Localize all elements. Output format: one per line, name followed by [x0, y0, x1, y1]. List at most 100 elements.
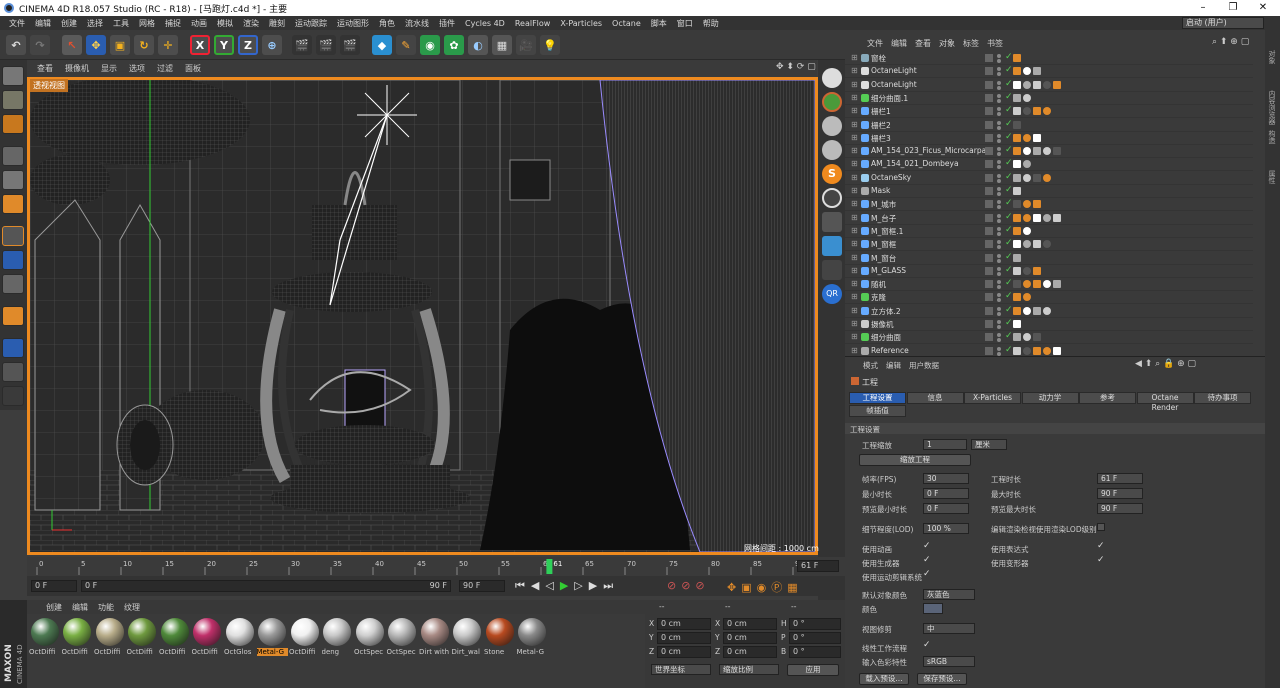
- attribute-tab[interactable]: X-Particles: [964, 392, 1021, 404]
- tag-icon[interactable]: [1013, 266, 1021, 275]
- object-row[interactable]: ⊞ OctaneLight ✓: [845, 65, 1253, 79]
- tag-icon[interactable]: [1043, 107, 1051, 116]
- enabled-check-icon[interactable]: ✓: [1005, 158, 1013, 168]
- material-swatch[interactable]: Dirt_wal: [452, 617, 483, 657]
- tag-icon[interactable]: [1023, 133, 1031, 142]
- tag-icon[interactable]: [1013, 93, 1021, 102]
- subdivision-icon[interactable]: ◉: [420, 35, 440, 55]
- material-swatch[interactable]: OctDiffi: [62, 617, 93, 657]
- expand-icon[interactable]: ⊞: [851, 80, 858, 89]
- editor-visibility-dot[interactable]: [997, 200, 1001, 205]
- preview-max-field[interactable]: 90 F: [1097, 503, 1143, 514]
- editor-visibility-dot[interactable]: [997, 67, 1001, 72]
- material-swatch[interactable]: Metal-G: [256, 617, 288, 657]
- sculpt-icon[interactable]: [2, 386, 24, 406]
- material-menu-item[interactable]: 创建: [41, 602, 67, 613]
- menu-item[interactable]: 插件: [434, 18, 460, 29]
- tag-icon[interactable]: [1053, 213, 1061, 222]
- object-row[interactable]: ⊞ 窗栓 ✓: [845, 52, 1253, 65]
- object-row[interactable]: ⊞ AM_154_021_Dombeya ✓: [845, 158, 1253, 172]
- enabled-check-icon[interactable]: ✓: [1005, 291, 1013, 301]
- render-picture-viewer-icon[interactable]: 🎬: [316, 35, 336, 55]
- tag-icon[interactable]: [1043, 346, 1051, 355]
- camera-icon[interactable]: 🎥: [516, 35, 536, 55]
- tag-icon[interactable]: [1033, 280, 1041, 289]
- editor-visibility-dot[interactable]: [997, 107, 1001, 112]
- live-selection-icon[interactable]: ↖: [62, 35, 82, 55]
- menu-item[interactable]: Octane: [607, 19, 646, 28]
- minimize-button[interactable]: –: [1188, 0, 1218, 16]
- expand-icon[interactable]: ⊞: [851, 306, 858, 315]
- lod-render-checkbox[interactable]: [1097, 523, 1105, 531]
- render-visibility-dot[interactable]: [997, 258, 1001, 263]
- tweak-mode-icon[interactable]: [2, 250, 24, 270]
- tag-icon[interactable]: [1053, 147, 1061, 156]
- object-row[interactable]: ⊞ M_窗框 ✓: [845, 238, 1253, 252]
- editor-visibility-dot[interactable]: [997, 213, 1001, 218]
- viewport-menu-item[interactable]: 显示: [95, 63, 123, 74]
- record-keys-icon[interactable]: ⊘⊘⊘: [667, 579, 710, 592]
- tag-icon[interactable]: [1033, 80, 1041, 89]
- material-swatch[interactable]: Dirt with: [419, 617, 450, 657]
- model-mode-icon[interactable]: [2, 66, 24, 86]
- editor-visibility-dot[interactable]: [997, 320, 1001, 324]
- use-mograph-checkbox[interactable]: ✓: [923, 569, 931, 579]
- tag-icon[interactable]: [1013, 120, 1021, 129]
- attribute-tab[interactable]: 帧插值: [849, 405, 906, 417]
- enabled-check-icon[interactable]: ✓: [1005, 172, 1013, 182]
- render-visibility-dot[interactable]: [997, 325, 1001, 329]
- tag-icon[interactable]: [1043, 173, 1051, 182]
- coord-size-field[interactable]: 0 cm: [723, 618, 777, 630]
- object-menu-item[interactable]: 文件: [863, 38, 887, 49]
- tag-icon[interactable]: [1013, 253, 1021, 262]
- tag-icon[interactable]: [1013, 160, 1021, 169]
- side-tab[interactable]: 属性: [1267, 170, 1277, 184]
- side-tab[interactable]: 对象: [1267, 50, 1277, 64]
- object-row[interactable]: ⊞ AM_154_023_Ficus_Microcarpa ✓: [845, 145, 1253, 159]
- tag-icon[interactable]: [1023, 346, 1031, 355]
- close-button[interactable]: ✕: [1248, 0, 1278, 16]
- enabled-check-icon[interactable]: ✓: [1005, 331, 1013, 341]
- render-visibility-dot[interactable]: [997, 271, 1001, 276]
- octane-s-icon[interactable]: S: [822, 164, 842, 184]
- viewport-menu-item[interactable]: 查看: [31, 63, 59, 74]
- tag-icon[interactable]: [1043, 240, 1051, 249]
- move-icon[interactable]: ✥: [86, 35, 106, 55]
- workplane-mode-icon[interactable]: [2, 114, 24, 134]
- octane-live-icon[interactable]: [822, 68, 842, 88]
- octane-glossy-icon[interactable]: [822, 140, 842, 160]
- coord-space-dropdown[interactable]: 世界坐标: [651, 664, 711, 675]
- preview-min-field[interactable]: 0 F: [923, 503, 969, 514]
- render-visibility-dot[interactable]: [997, 351, 1001, 356]
- tag-icon[interactable]: [1033, 346, 1041, 355]
- material-menu-item[interactable]: 纹理: [119, 602, 145, 613]
- layout-dropdown[interactable]: 启动 (用户): [1182, 17, 1264, 29]
- enabled-check-icon[interactable]: ✓: [1005, 238, 1013, 248]
- max-time-field[interactable]: 90 F: [1097, 488, 1143, 499]
- viewport-menu-item[interactable]: 过滤: [151, 63, 179, 74]
- enabled-check-icon[interactable]: ✓: [1005, 65, 1013, 75]
- expand-icon[interactable]: ⊞: [851, 146, 858, 155]
- material-swatch[interactable]: OctDiffi: [289, 617, 320, 657]
- object-menu-item[interactable]: 标签: [959, 38, 983, 49]
- enabled-check-icon[interactable]: ✓: [1005, 119, 1013, 129]
- menu-item[interactable]: RealFlow: [510, 19, 556, 28]
- render-visibility-dot[interactable]: [997, 72, 1001, 77]
- tag-icon[interactable]: [1053, 280, 1061, 289]
- octane-psd-icon[interactable]: [822, 260, 842, 280]
- editor-visibility-dot[interactable]: [997, 173, 1001, 178]
- tag-icon[interactable]: [1023, 67, 1031, 76]
- menu-item[interactable]: 模拟: [212, 18, 238, 29]
- side-tab[interactable]: 构造: [1267, 130, 1277, 144]
- coord-position-field[interactable]: 0 cm: [657, 632, 711, 644]
- menu-item[interactable]: X-Particles: [555, 19, 607, 28]
- expand-icon[interactable]: ⊞: [851, 106, 858, 115]
- editor-visibility-dot[interactable]: [997, 240, 1001, 245]
- tag-icon[interactable]: [1013, 80, 1021, 89]
- material-swatch[interactable]: OctDiffi: [127, 617, 158, 657]
- tag-icon[interactable]: [1033, 266, 1041, 275]
- octane-qr-icon[interactable]: QR: [822, 284, 842, 304]
- expand-icon[interactable]: ⊞: [851, 213, 858, 222]
- end-field[interactable]: 90 F: [459, 580, 505, 592]
- tag-icon[interactable]: [1013, 187, 1021, 195]
